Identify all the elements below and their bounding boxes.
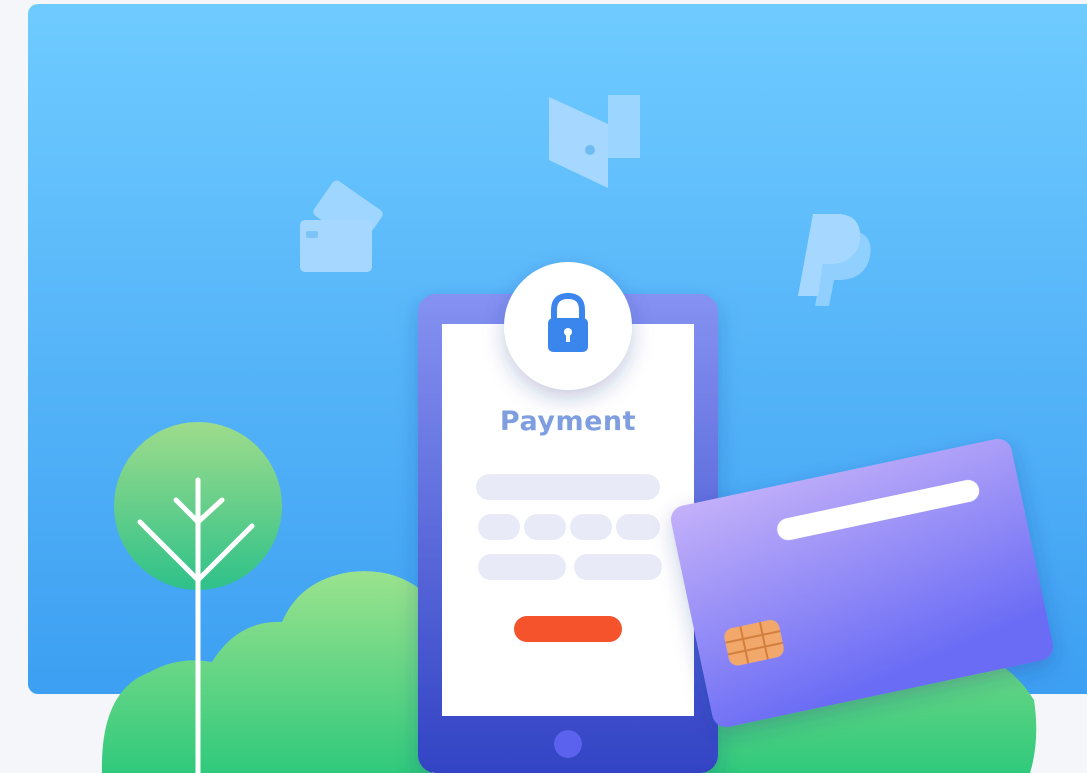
digit-field-4	[616, 514, 660, 540]
padlock-badge	[504, 262, 632, 390]
digit-field-2	[524, 514, 566, 540]
expiry-field	[478, 554, 566, 580]
cvv-field	[574, 554, 662, 580]
tablet-home-button	[554, 730, 582, 758]
payment-heading: Payment	[499, 406, 637, 437]
digit-field-3	[570, 514, 612, 540]
payment-illustration	[28, 4, 1087, 773]
digit-field-1	[478, 514, 520, 540]
card-number-field	[476, 474, 660, 500]
pay-button	[514, 616, 622, 642]
